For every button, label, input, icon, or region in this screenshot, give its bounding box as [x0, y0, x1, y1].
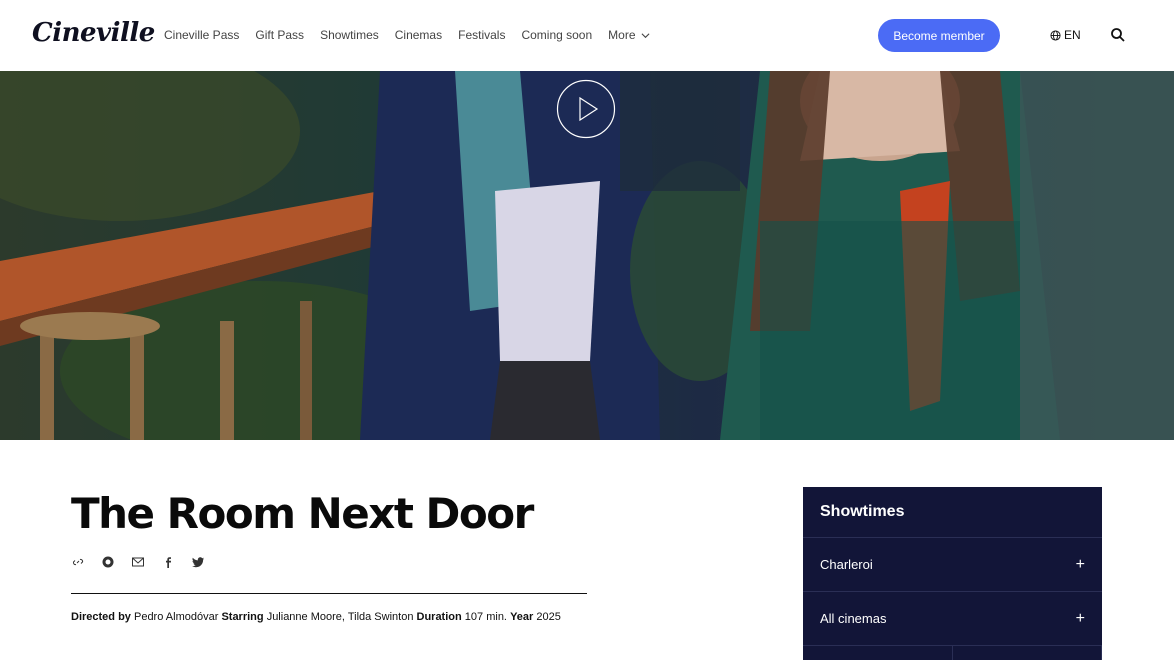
date-tab[interactable]	[803, 646, 953, 660]
plus-icon[interactable]: +	[1076, 556, 1085, 574]
chevron-down-icon	[641, 32, 649, 38]
site-header: Cineville Cineville Pass Gift Pass Showt…	[0, 0, 1174, 71]
showtimes-row-all-cinemas[interactable]: All cinemas +	[803, 592, 1102, 646]
language-selector[interactable]: EN	[1050, 28, 1081, 42]
duration-label: Duration	[416, 611, 462, 623]
showtimes-row-charleroi[interactable]: Charleroi +	[803, 538, 1102, 592]
showtimes-title: Showtimes	[803, 487, 1102, 538]
film-title: The Room Next Door	[71, 489, 534, 538]
nav-more[interactable]: More	[608, 28, 649, 42]
nav-festivals[interactable]: Festivals	[458, 28, 505, 42]
duration-value: 107 min.	[464, 611, 507, 623]
nav-coming-soon[interactable]: Coming soon	[521, 28, 592, 42]
link-icon[interactable]	[71, 555, 85, 569]
year-label: Year	[510, 611, 534, 623]
become-member-button[interactable]: Become member	[878, 19, 1000, 52]
date-tab[interactable]	[953, 646, 1102, 660]
play-icon[interactable]	[556, 79, 616, 139]
nav-showtimes[interactable]: Showtimes	[320, 28, 379, 42]
globe-icon	[1050, 29, 1061, 41]
mail-icon[interactable]	[131, 555, 145, 569]
share-bar	[71, 555, 205, 569]
language-label: EN	[1064, 28, 1081, 42]
hero-trailer[interactable]	[0, 71, 1174, 440]
main-nav: Cineville Pass Gift Pass Showtimes Cinem…	[164, 28, 666, 42]
showtimes-panel: Showtimes Charleroi + All cinemas +	[803, 487, 1102, 660]
director-name: Pedro Almodóvar	[133, 611, 219, 623]
facebook-icon[interactable]	[161, 555, 175, 569]
nav-cineville-pass[interactable]: Cineville Pass	[164, 28, 239, 42]
showtimes-row-label: Charleroi	[820, 557, 873, 572]
twitter-icon[interactable]	[191, 555, 205, 569]
divider	[71, 593, 587, 594]
cineville-logo[interactable]: Cineville	[32, 18, 155, 48]
nav-cinemas[interactable]: Cinemas	[395, 28, 442, 42]
starring-label: Starring	[221, 611, 264, 623]
directed-label: Directed by	[71, 611, 131, 623]
whatsapp-icon[interactable]	[101, 555, 115, 569]
film-credits: Directed by Pedro Almodóvar Starring Jul…	[71, 608, 591, 626]
showtimes-date-tabs	[803, 646, 1102, 660]
nav-gift-pass[interactable]: Gift Pass	[255, 28, 304, 42]
search-icon[interactable]	[1110, 27, 1126, 43]
nav-more-label: More	[608, 28, 636, 42]
year-value: 2025	[536, 611, 561, 623]
plus-icon[interactable]: +	[1076, 610, 1085, 628]
cast-names: Julianne Moore, Tilda Swinton	[266, 611, 414, 623]
showtimes-row-label: All cinemas	[820, 611, 887, 626]
